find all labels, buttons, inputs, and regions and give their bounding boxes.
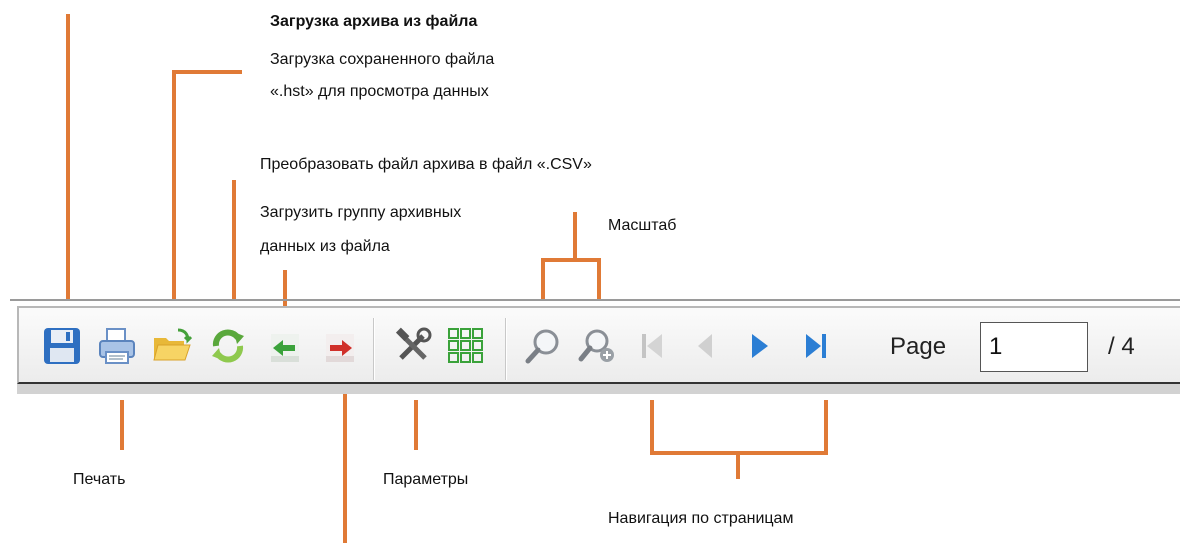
print-button[interactable]: [97, 326, 137, 366]
open-archive-button[interactable]: [152, 326, 192, 366]
toolbar-top-edge: [10, 299, 1180, 301]
open-folder-icon: [153, 328, 192, 361]
convert-csv-button[interactable]: [208, 326, 248, 366]
first-page-button[interactable]: [632, 326, 672, 366]
callout-line: [541, 258, 545, 300]
next-page-button[interactable]: [738, 326, 778, 366]
convert-icon: [212, 329, 244, 363]
zoom-in-button[interactable]: [577, 326, 617, 366]
first-page-icon: [642, 334, 662, 358]
callout-line: [172, 70, 176, 300]
prev-page-button[interactable]: [686, 326, 726, 366]
callout-line: [541, 258, 601, 262]
print-label: Печать: [73, 471, 126, 488]
grid-button[interactable]: [446, 326, 486, 366]
page-label: Page: [890, 333, 947, 360]
callout-line: [597, 258, 601, 300]
import-icon: [271, 334, 299, 362]
load-group-line2: данных из файла: [260, 238, 390, 255]
load-archive-title: Загрузка архива из файла: [270, 13, 478, 30]
save-button[interactable]: [42, 326, 82, 366]
save-icon: [44, 328, 80, 364]
page-number-input[interactable]: [980, 322, 1088, 372]
grid-icon: [448, 328, 483, 363]
tools-icon: [395, 327, 432, 360]
zoom-icon: [525, 329, 559, 364]
print-icon: [99, 328, 135, 364]
page-total: / 4: [1108, 333, 1135, 360]
callout-line: [172, 70, 242, 74]
load-archive-desc-line2: «.hst» для просмотра данных: [270, 83, 489, 100]
prev-page-icon: [698, 334, 712, 358]
callout-line: [736, 451, 740, 479]
last-page-icon: [806, 334, 826, 358]
toolbar-separator: [505, 318, 507, 380]
zoom-label: Масштаб: [608, 217, 677, 234]
next-page-icon: [752, 334, 768, 358]
toolbar-separator: [373, 318, 375, 380]
convert-csv-label: Преобразовать файл архива в файл «.CSV»: [260, 156, 592, 173]
callout-line: [343, 390, 347, 543]
export-icon: [326, 334, 354, 362]
settings-label: Параметры: [383, 471, 469, 488]
callout-line: [650, 400, 654, 454]
import-group-button[interactable]: [265, 326, 305, 366]
settings-button[interactable]: [393, 326, 433, 366]
load-group-line1: Загрузить группу архивных: [260, 204, 462, 221]
callout-line: [66, 14, 70, 300]
zoom-in-icon: [578, 329, 614, 362]
toolbar-shadow: [17, 384, 1180, 394]
load-archive-desc-line1: Загрузка сохраненного файла: [270, 51, 495, 68]
callout-line: [573, 212, 577, 260]
zoom-button[interactable]: [524, 326, 564, 366]
callout-line: [414, 400, 418, 450]
export-group-button[interactable]: [320, 326, 360, 366]
page-navigation-label: Навигация по страницам: [608, 510, 794, 527]
callout-line: [824, 400, 828, 454]
callout-line: [120, 400, 124, 450]
callout-line: [232, 180, 236, 300]
last-page-button[interactable]: [796, 326, 836, 366]
